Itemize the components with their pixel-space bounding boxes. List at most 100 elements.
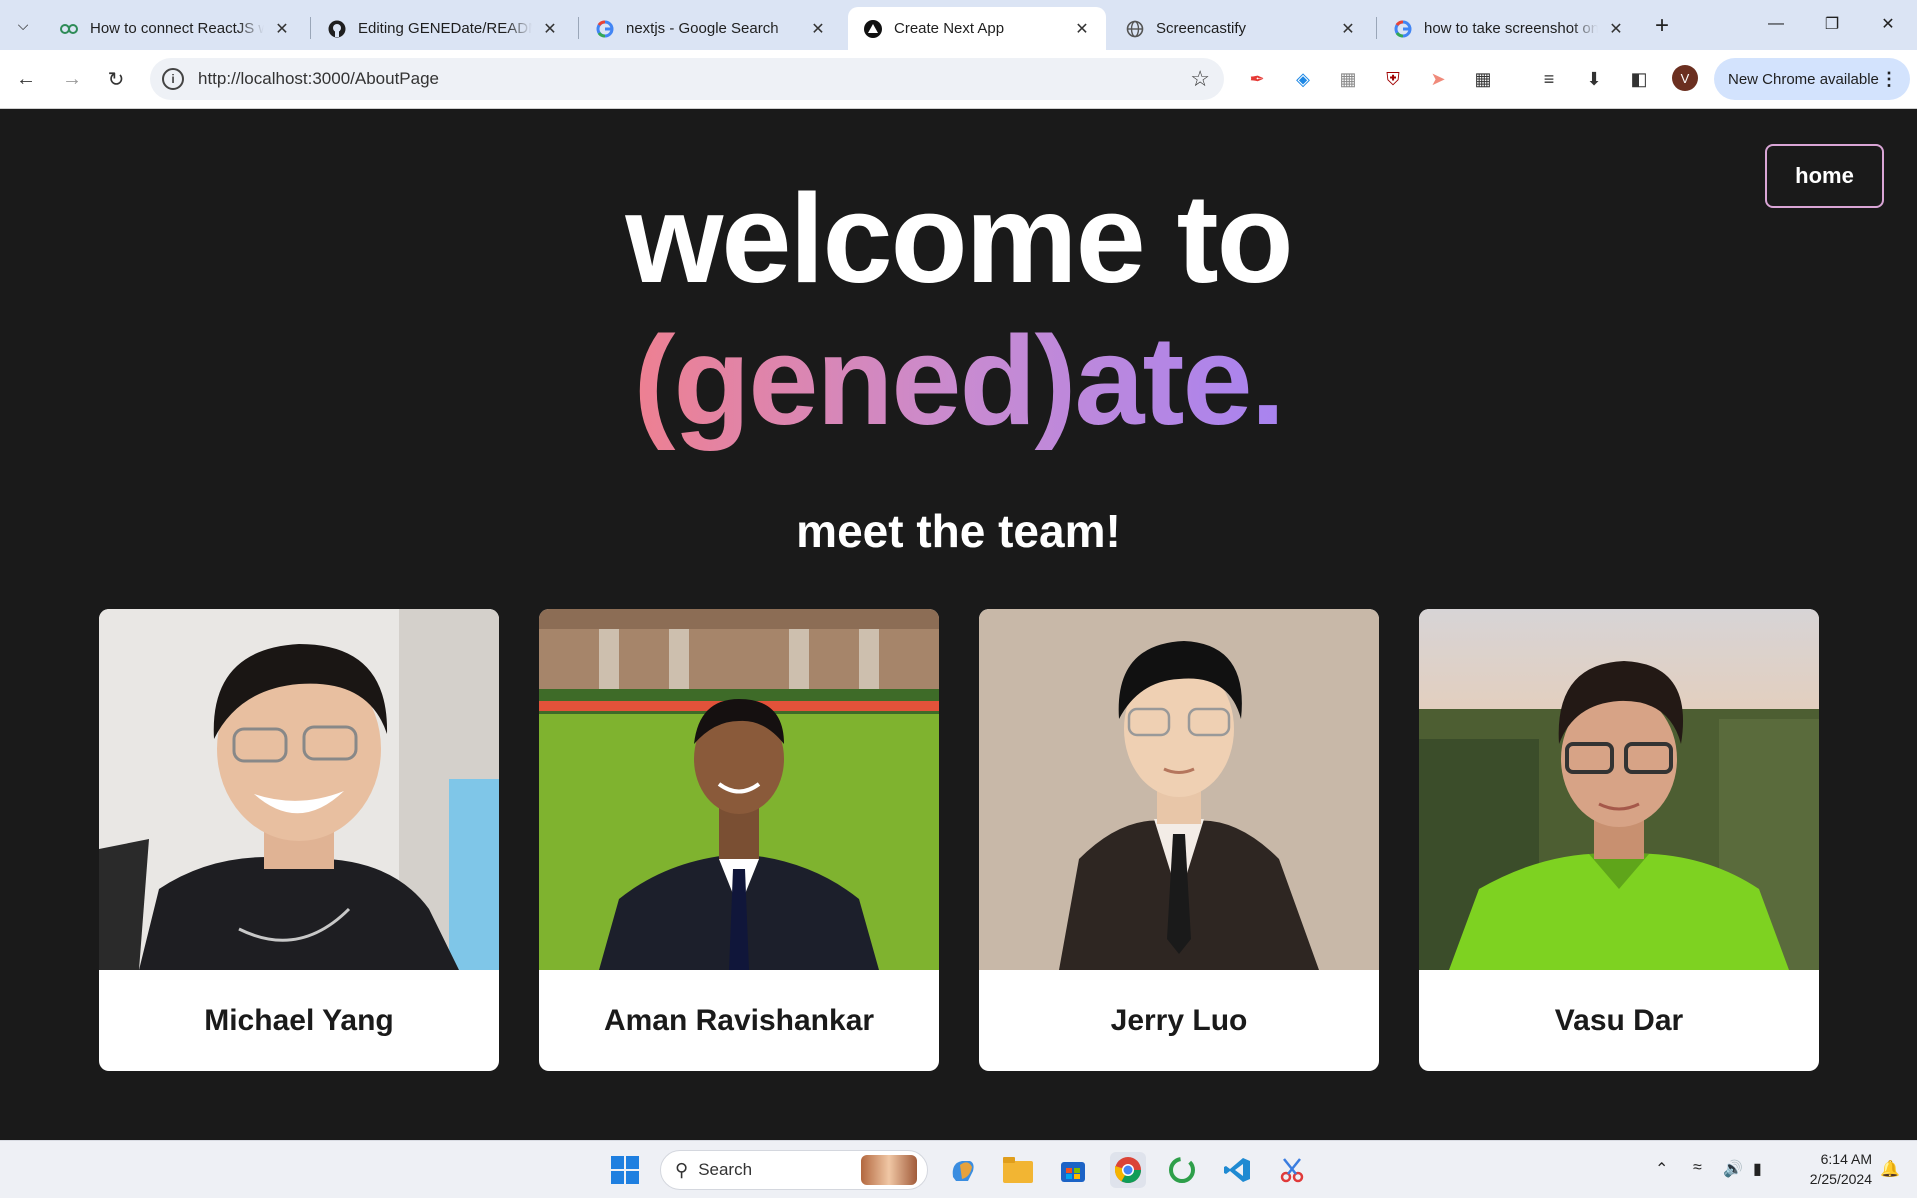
microsoft-store-icon[interactable] xyxy=(1055,1152,1091,1188)
chevron-up-icon[interactable]: ⌃ xyxy=(1655,1159,1668,1179)
new-tab-button[interactable]: + xyxy=(1648,12,1676,40)
team-member-name: Michael Yang xyxy=(204,1003,394,1037)
about-page: home welcome to (gened)ate. meet the tea… xyxy=(0,110,1917,1140)
team-member-photo xyxy=(1419,609,1819,970)
url-text[interactable]: http://localhost:3000/AboutPage xyxy=(198,69,439,89)
minimize-icon: — xyxy=(1768,15,1784,32)
update-chip-label: New Chrome available xyxy=(1728,70,1879,88)
gray-extension-icon[interactable]: ▦ xyxy=(1333,64,1363,94)
arrow-left-icon: ← xyxy=(16,67,36,90)
snipping-tool-icon[interactable] xyxy=(1274,1152,1310,1188)
close-icon[interactable]: ✕ xyxy=(1606,19,1626,39)
screencastify-extension-icon[interactable]: ➤ xyxy=(1423,64,1453,94)
wifi-icon[interactable]: ≈ xyxy=(1693,1159,1702,1177)
hero-gradient-text: (gened)ate. xyxy=(633,310,1285,451)
restore-icon: ❐ xyxy=(1824,16,1840,33)
file-explorer-icon[interactable] xyxy=(1000,1152,1036,1188)
close-icon[interactable]: ✕ xyxy=(272,19,292,39)
tab-search-button[interactable]: ⌵ xyxy=(8,10,38,40)
team-section-title: meet the team! xyxy=(796,505,1121,557)
refresh-app-icon[interactable] xyxy=(1164,1152,1200,1188)
tab-title: nextjs - Google Search xyxy=(626,20,779,37)
tab-title: Editing GENEDate/README xyxy=(358,20,532,37)
battery-icon[interactable]: ▮ xyxy=(1753,1159,1762,1179)
team-member-name: Vasu Dar xyxy=(1554,1003,1684,1037)
copilot-icon[interactable] xyxy=(945,1152,981,1188)
close-window-button[interactable]: ✕ xyxy=(1860,0,1916,48)
minimize-button[interactable]: — xyxy=(1748,0,1804,48)
address-bar[interactable]: i http://localhost:3000/AboutPage ☆ xyxy=(150,58,1224,100)
tab-separator xyxy=(310,17,311,39)
notifications-icon[interactable]: 🔔 xyxy=(1880,1159,1900,1179)
taskbar-search-box[interactable]: ⚲ Search xyxy=(660,1150,928,1190)
diamond-extension-icon[interactable]: ◈ xyxy=(1288,64,1318,94)
clock-date: 2/25/2024 xyxy=(1809,1171,1872,1187)
side-panel-icon[interactable]: ◧ xyxy=(1624,64,1654,94)
vscode-icon[interactable] xyxy=(1219,1152,1255,1188)
arrow-right-icon: → xyxy=(62,67,82,90)
tab-create-next-app[interactable]: Create Next App ✕ xyxy=(848,7,1106,50)
tab-separator xyxy=(1376,17,1377,39)
tab-title: How to connect ReactJS wi xyxy=(90,20,264,37)
team-member-card: Aman Ravishankar xyxy=(539,609,939,1071)
download-icon[interactable]: ⬇ xyxy=(1579,64,1609,94)
close-icon[interactable]: ✕ xyxy=(1338,19,1358,39)
browser-toolbar: ← → ↻ i http://localhost:3000/AboutPage … xyxy=(0,50,1917,109)
search-icon: ⚲ xyxy=(675,1159,689,1180)
clock-time: 6:14 AM xyxy=(1820,1151,1872,1167)
plus-icon: + xyxy=(1654,12,1669,39)
team-member-name: Aman Ravishankar xyxy=(603,1003,875,1037)
puzzle-extensions-icon[interactable]: ▦ xyxy=(1468,64,1498,94)
profile-avatar[interactable]: V xyxy=(1672,65,1698,91)
hero-heading-line1: welcome to xyxy=(625,168,1293,309)
nextjs-icon xyxy=(864,19,882,38)
tab-google-search[interactable]: nextjs - Google Search ✕ xyxy=(580,7,842,50)
site-info-icon[interactable]: i xyxy=(162,68,184,90)
tab-separator xyxy=(578,17,579,39)
chevron-down-icon: ⌵ xyxy=(17,16,29,33)
volume-icon[interactable]: 🔊 xyxy=(1723,1159,1743,1179)
google-icon xyxy=(1394,20,1412,38)
team-member-photo xyxy=(99,609,499,970)
bookmark-star-icon[interactable]: ☆ xyxy=(1190,66,1210,92)
close-icon[interactable]: ✕ xyxy=(808,19,828,39)
team-member-card: Jerry Luo xyxy=(979,609,1379,1071)
reload-icon: ↻ xyxy=(107,68,125,91)
team-member-name: Jerry Luo xyxy=(1110,1003,1248,1037)
restore-button[interactable]: ❐ xyxy=(1804,0,1860,48)
windows-taskbar: ⚲ Search ⌃ ≈ 🔊 ▮ 6:14 AM 2/25/2024 🔔 xyxy=(0,1140,1917,1198)
tab-title: Screencastify xyxy=(1156,20,1247,37)
new-chrome-available-button[interactable]: New Chrome available ⋮ xyxy=(1714,58,1910,100)
tab-title: Create Next App xyxy=(894,20,1005,37)
back-button[interactable]: ← xyxy=(10,63,42,95)
tab-strip: ⌵ How to connect ReactJS wi ✕ Editing GE… xyxy=(0,0,1917,50)
close-icon[interactable]: ✕ xyxy=(1072,19,1092,39)
tab-github[interactable]: Editing GENEDate/README ✕ xyxy=(312,7,574,50)
chrome-taskbar-icon[interactable] xyxy=(1110,1152,1146,1188)
tab-title: how to take screenshot on xyxy=(1424,20,1598,37)
team-member-card: Vasu Dar xyxy=(1419,609,1819,1071)
ublock-shield-icon[interactable]: ⛨ xyxy=(1378,64,1408,94)
more-vertical-icon: ⋮ xyxy=(1880,68,1898,89)
team-member-photo xyxy=(539,609,939,970)
link-icon xyxy=(60,20,78,38)
windows-start-icon[interactable] xyxy=(607,1152,643,1188)
search-highlight-icon xyxy=(861,1155,917,1185)
tab-screencastify[interactable]: Screencastify ✕ xyxy=(1110,7,1372,50)
forward-button[interactable]: → xyxy=(56,63,88,95)
tab-screenshot-search[interactable]: how to take screenshot on ✕ xyxy=(1378,7,1640,50)
reload-button[interactable]: ↻ xyxy=(100,63,132,95)
google-icon xyxy=(596,20,614,38)
pen-extension-icon[interactable]: ✒ xyxy=(1242,64,1272,94)
taskbar-search-label: Search xyxy=(698,1160,753,1179)
taskbar-clock[interactable]: 6:14 AM 2/25/2024 xyxy=(1792,1149,1872,1189)
github-icon xyxy=(328,20,346,38)
team-member-photo xyxy=(979,609,1379,970)
hero-heading-line2: (gened)ate. xyxy=(0,306,1917,456)
close-icon: ✕ xyxy=(1881,16,1895,33)
close-icon[interactable]: ✕ xyxy=(540,19,560,39)
tab-reactjs[interactable]: How to connect ReactJS wi ✕ xyxy=(44,7,306,50)
media-queue-icon[interactable]: ≡ xyxy=(1534,64,1564,94)
team-member-card: Michael Yang xyxy=(99,609,499,1071)
globe-icon xyxy=(1126,20,1144,38)
